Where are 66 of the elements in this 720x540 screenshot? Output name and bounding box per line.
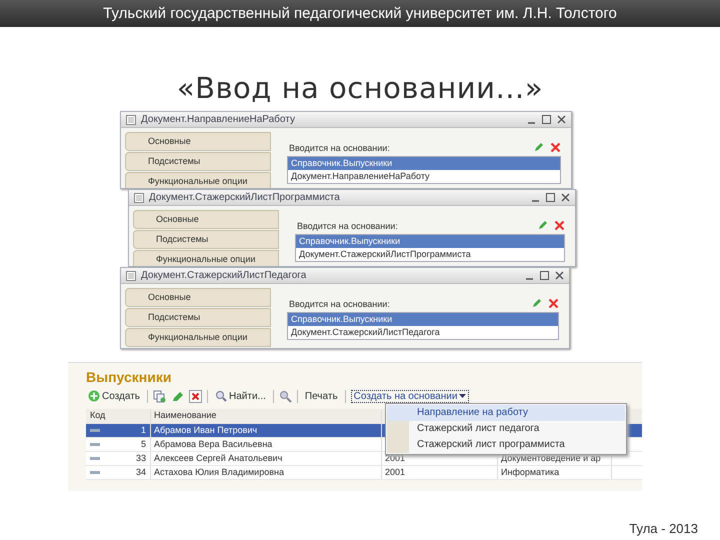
section-tab[interactable]: Функциональные опции (133, 250, 279, 266)
document-icon (126, 114, 136, 124)
table-cell: 2001 (382, 466, 498, 479)
field-label: Вводится на основании: (289, 142, 391, 152)
table-cell: Абрамов Иван Петрович (151, 424, 382, 437)
table-row[interactable]: 34 Астахова Юлия Владимировна 2001 Информатика (86, 466, 642, 480)
delete-icon[interactable] (550, 142, 561, 153)
field-label: Вводится на основании: (289, 298, 391, 308)
close-icon[interactable] (557, 115, 566, 124)
maximize-icon[interactable] (546, 193, 555, 202)
find-button[interactable]: Найти... (213, 390, 268, 402)
pencil-icon[interactable] (531, 298, 542, 309)
table-cell: Алексеев Сергей Анатольевич (151, 452, 382, 465)
table-cell-text: 33 (134, 452, 146, 465)
maximize-icon[interactable] (542, 115, 551, 124)
table-cell: Астахова Юлия Владимировна (151, 466, 382, 479)
window-title: Документ.СтажерскийЛистПедагога (141, 270, 308, 281)
section-tab[interactable]: Функциональные опции (125, 328, 271, 347)
table-cell-text: 1 (140, 424, 146, 437)
list-item[interactable]: Документ.СтажерскийЛистПедагога (288, 326, 558, 339)
delete-icon[interactable] (554, 220, 565, 231)
list-item[interactable]: Справочник.Выпускники (288, 313, 558, 326)
list-item[interactable]: Справочник.Выпускники (288, 157, 560, 170)
section-tab[interactable]: Основные (133, 210, 279, 229)
delete-icon[interactable] (189, 390, 202, 402)
maximize-icon[interactable] (540, 271, 549, 280)
table-cell: Информатика (498, 466, 612, 479)
table-cell-text: 5 (140, 438, 146, 451)
close-icon[interactable] (555, 271, 564, 280)
header-title: Тульский государственный педагогический университет им. Л.Н. Толстого (103, 5, 617, 22)
section-tab[interactable]: Основные (125, 132, 271, 151)
section-tab[interactable]: Функциональные опции (125, 172, 271, 188)
form-title: Выпускники (85, 368, 172, 387)
window-title: Документ.НаправлениеНаРаботу (141, 114, 296, 125)
copy-icon[interactable] (153, 390, 166, 402)
field-label: Вводится на основании: (297, 220, 399, 230)
create-button[interactable]: Создать (86, 390, 142, 402)
pencil-icon[interactable] (171, 390, 184, 402)
column-header[interactable]: Наименование (151, 409, 382, 423)
menu-item[interactable]: Стажерский лист педагога (387, 421, 625, 437)
section-tab[interactable]: Подсистемы (125, 152, 271, 171)
list-item[interactable]: Документ.СтажерскийЛистПрограммиста (296, 248, 564, 261)
pencil-icon[interactable] (533, 142, 544, 153)
list-item[interactable]: Справочник.Выпускники (296, 235, 564, 248)
menu-item[interactable]: Стажерский лист программиста (387, 437, 625, 453)
window-title: Документ.СтажерскийЛистПрограммиста (149, 192, 341, 203)
table-cell-text: 34 (134, 466, 146, 479)
slide-title: «Ввод на основании…» (176, 71, 544, 105)
close-icon[interactable] (561, 193, 570, 202)
delete-icon[interactable] (548, 298, 559, 309)
table-cell: Абрамова Вера Васильевна (151, 438, 382, 451)
section-tab[interactable]: Подсистемы (133, 230, 279, 249)
menu-item[interactable]: Направление на работу (387, 405, 625, 421)
document-icon (126, 270, 136, 280)
document-icon (134, 192, 144, 202)
plus-icon (88, 390, 100, 402)
pencil-icon[interactable] (537, 220, 548, 231)
search-icon[interactable] (278, 390, 292, 402)
list-item[interactable]: Документ.НаправлениеНаРаботу (288, 170, 560, 183)
print-button[interactable]: Печать (302, 390, 340, 402)
column-header[interactable]: Код (86, 409, 151, 423)
search-icon (215, 390, 228, 402)
section-tab[interactable]: Основные (125, 288, 271, 307)
caret-icon (459, 393, 466, 399)
footer-text: Тула - 2013 (629, 521, 698, 536)
section-tab[interactable]: Подсистемы (125, 308, 271, 327)
